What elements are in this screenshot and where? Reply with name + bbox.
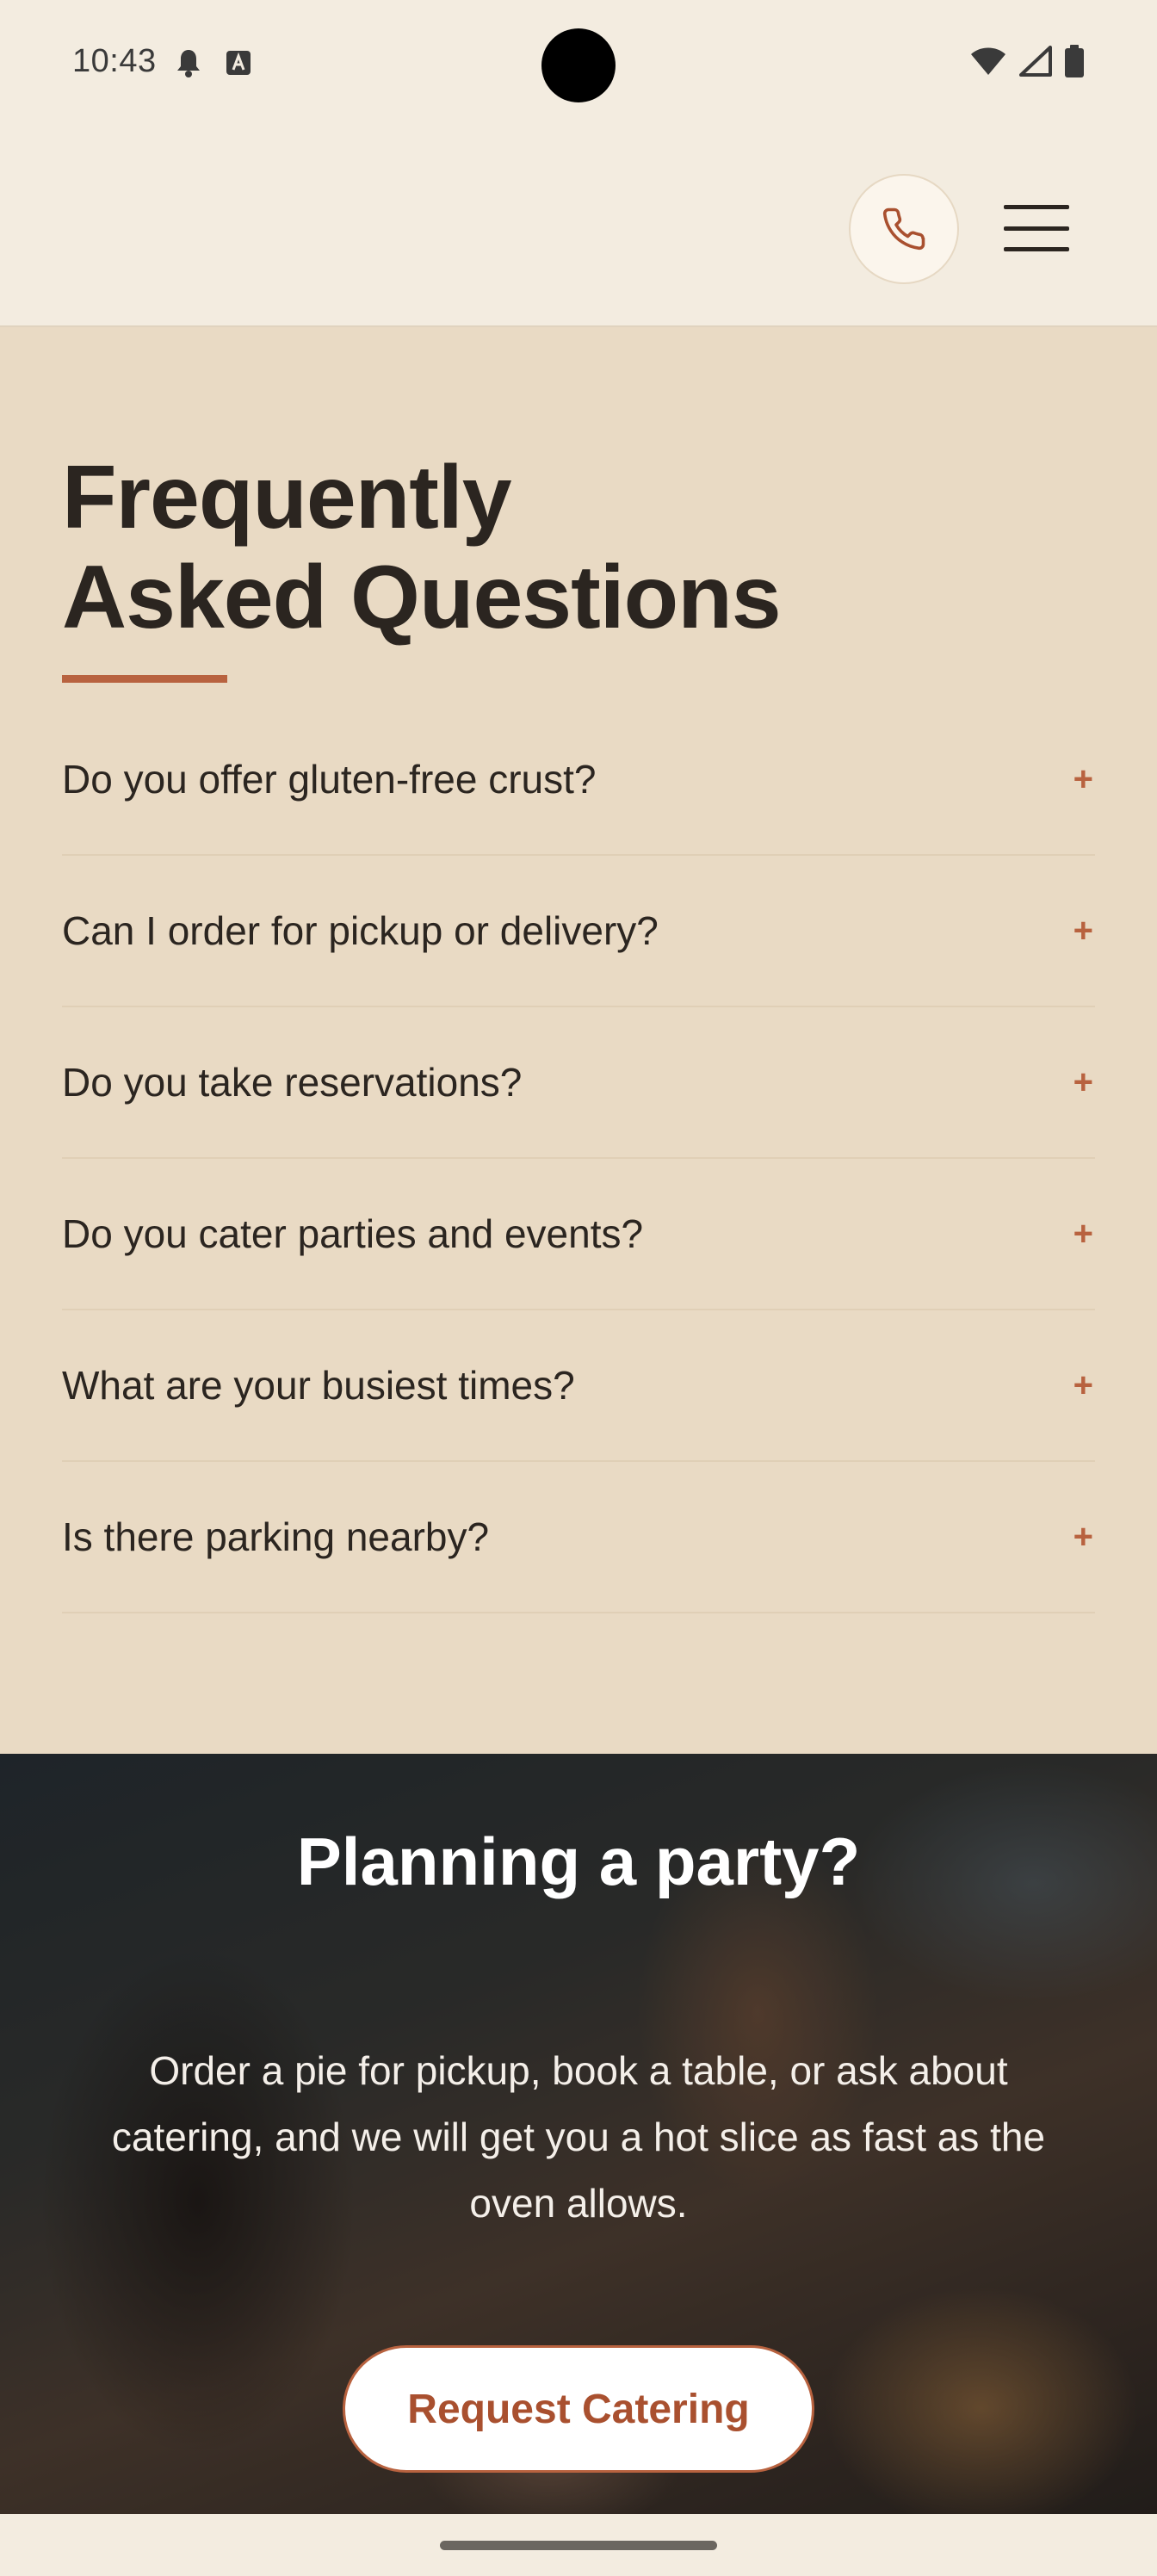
faq-title-line-2: Asked Questions: [62, 548, 782, 647]
faq-item-gluten-free[interactable]: Do you offer gluten-free crust? +: [62, 704, 1095, 856]
faq-title: Frequently Asked Questions: [62, 448, 1009, 647]
menu-line: [1004, 226, 1069, 231]
faq-question: Is there parking nearby?: [62, 1514, 490, 1559]
faq-section: Frequently Asked Questions Do you offer …: [0, 327, 1157, 1754]
status-bar: 10:43: [0, 0, 1157, 129]
faq-list: Do you offer gluten-free crust? + Can I …: [62, 704, 1095, 1613]
party-description: Order a pie for pickup, book a table, or…: [111, 2048, 1046, 2226]
faq-item-pickup-delivery[interactable]: Can I order for pickup or delivery? +: [62, 856, 1095, 1007]
gesture-nav-area: [0, 2514, 1157, 2576]
status-time: 10:43: [72, 43, 157, 79]
wifi-icon: [969, 46, 1007, 81]
party-title: Planning a party?: [296, 1824, 861, 1899]
signal-icon: [1019, 46, 1052, 81]
faq-question: Do you offer gluten-free crust?: [62, 757, 597, 802]
status-right-icons: [969, 45, 1085, 82]
expand-plus-icon[interactable]: +: [1073, 1063, 1095, 1102]
home-gesture-handle[interactable]: [440, 2541, 717, 2550]
faq-title-line-1: Frequently: [62, 448, 512, 548]
expand-plus-icon[interactable]: +: [1073, 1366, 1095, 1405]
expand-plus-icon[interactable]: +: [1073, 1215, 1095, 1254]
faq-question: Can I order for pickup or delivery?: [62, 908, 659, 953]
title-underline: [62, 675, 227, 683]
hamburger-menu-button[interactable]: [1004, 205, 1069, 251]
font-a-icon: [226, 50, 251, 80]
battery-icon: [1064, 45, 1085, 82]
faq-item-busiest-times[interactable]: What are your busiest times? +: [62, 1310, 1095, 1462]
faq-item-catering[interactable]: Do you cater parties and events? +: [62, 1159, 1095, 1310]
notification-bell-icon: [176, 48, 201, 82]
request-catering-button[interactable]: Request Catering: [343, 2345, 814, 2473]
faq-question: What are your busiest times?: [62, 1363, 575, 1408]
expand-plus-icon[interactable]: +: [1073, 760, 1095, 799]
faq-question: Do you take reservations?: [62, 1060, 523, 1105]
site-header: [0, 129, 1157, 327]
party-banner: Planning a party? Order a pie for pickup…: [0, 1754, 1157, 2514]
menu-line: [1004, 247, 1069, 251]
front-camera-cutout: [541, 28, 616, 102]
menu-line: [1004, 205, 1069, 209]
call-button[interactable]: [849, 174, 959, 284]
faq-question: Do you cater parties and events?: [62, 1211, 644, 1256]
faq-item-parking[interactable]: Is there parking nearby? +: [62, 1462, 1095, 1613]
phone-icon: [882, 207, 925, 251]
faq-item-reservations[interactable]: Do you take reservations? +: [62, 1007, 1095, 1159]
status-left-icons: [176, 48, 251, 82]
expand-plus-icon[interactable]: +: [1073, 1518, 1095, 1557]
party-banner-content: Planning a party? Order a pie for pickup…: [0, 1754, 1157, 2514]
expand-plus-icon[interactable]: +: [1073, 912, 1095, 951]
